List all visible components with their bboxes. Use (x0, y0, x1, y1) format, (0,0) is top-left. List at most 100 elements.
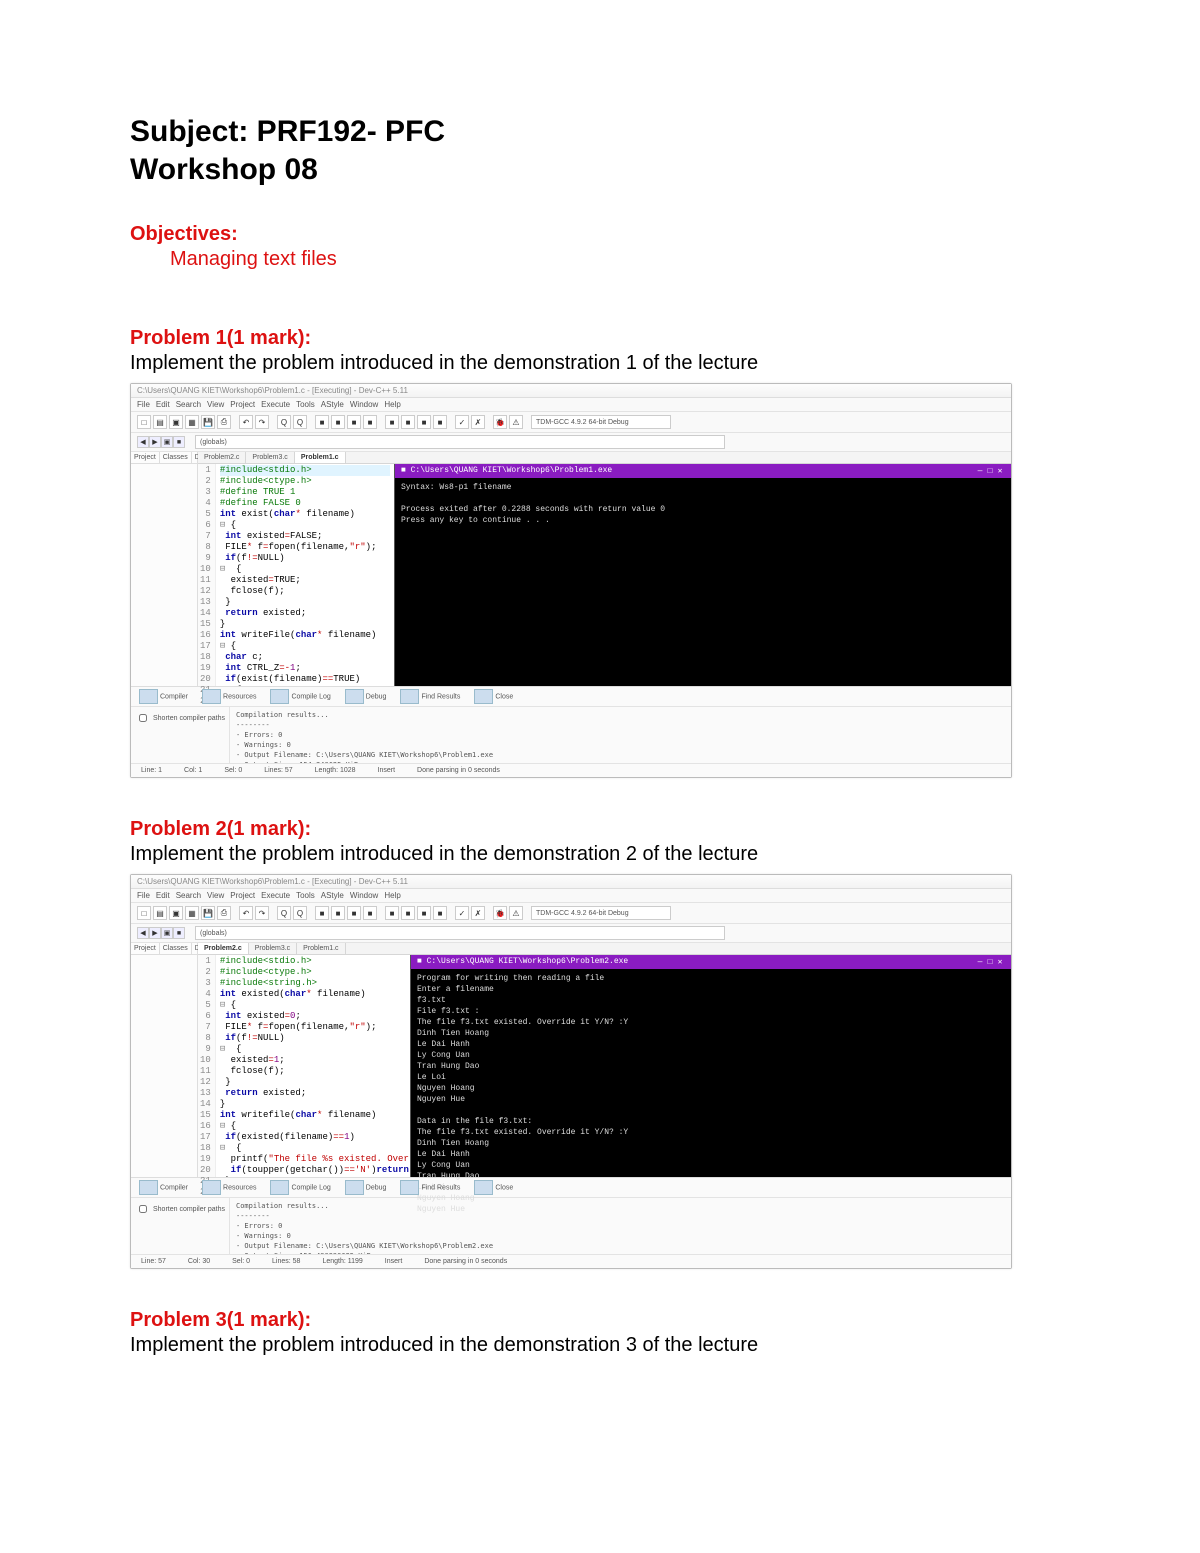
menu-item[interactable]: Tools (296, 400, 315, 409)
menu-item[interactable]: File (137, 891, 150, 900)
toolbar-button[interactable]: ■ (401, 906, 415, 920)
nav-button[interactable]: ▣ (161, 436, 173, 448)
toolbar-button[interactable]: Q (277, 906, 291, 920)
bottom-tab[interactable]: Resources (198, 687, 260, 706)
toolbar-button[interactable]: ↷ (255, 906, 269, 920)
window-button[interactable]: □ (985, 958, 995, 967)
code-editor[interactable]: 12345678910111213141516171819202122#incl… (198, 955, 410, 1177)
bottom-tab[interactable]: Debug (341, 1178, 391, 1197)
toolbar-button[interactable]: ✗ (471, 906, 485, 920)
toolbar-button[interactable]: ✗ (471, 415, 485, 429)
shorten-paths-checkbox[interactable]: Shorten compiler paths (135, 1202, 225, 1216)
toolbar-button[interactable]: ■ (315, 415, 329, 429)
editor-tab[interactable]: Problem3.c (246, 452, 294, 463)
ide-subtoolbar[interactable]: ◀▶▣■ (globals) (131, 433, 1011, 452)
bottom-tab[interactable]: Close (470, 1178, 517, 1197)
menu-item[interactable]: Window (350, 891, 378, 900)
editor-tab[interactable]: Problem1.c (295, 452, 346, 463)
toolbar-button[interactable]: ▣ (169, 906, 183, 920)
ide-menubar[interactable]: FileEditSearchViewProjectExecuteToolsASt… (131, 889, 1011, 903)
toolbar-button[interactable]: ⚠ (509, 906, 523, 920)
ide-toolbar[interactable]: □▤▣▦💾⎙↶↷QQ■■■■■■■■✓✗🐞⚠TDM-GCC 4.9.2 64-b… (131, 412, 1011, 433)
bottom-tab[interactable]: Resources (198, 1178, 260, 1197)
bottom-tab[interactable]: Compile Log (266, 687, 334, 706)
project-panel[interactable]: ProjectClassesDebug (131, 452, 198, 686)
bottom-tabs[interactable]: Compiler Resources Compile Log Debug Find Re… (131, 687, 1011, 707)
toolbar-button[interactable]: ⎙ (217, 906, 231, 920)
toolbar-button[interactable]: ■ (331, 906, 345, 920)
menu-item[interactable]: AStyle (321, 400, 344, 409)
nav-button[interactable]: ▣ (161, 927, 173, 939)
bottom-tab[interactable]: Find Results (396, 1178, 464, 1197)
window-button[interactable]: □ (985, 467, 995, 476)
menu-item[interactable]: Search (176, 891, 201, 900)
toolbar-button[interactable]: ■ (347, 906, 361, 920)
toolbar-button[interactable]: ⎙ (217, 415, 231, 429)
toolbar-button[interactable]: ■ (417, 415, 431, 429)
editor-tab[interactable]: Problem3.c (249, 943, 297, 954)
ide-toolbar[interactable]: □▤▣▦💾⎙↶↷QQ■■■■■■■■✓✗🐞⚠TDM-GCC 4.9.2 64-b… (131, 903, 1011, 924)
menu-item[interactable]: Edit (156, 891, 170, 900)
toolbar-button[interactable]: ■ (363, 906, 377, 920)
editor-tab[interactable]: Problem2.c (198, 943, 249, 954)
menu-item[interactable]: Project (230, 400, 255, 409)
window-button[interactable]: ✕ (995, 957, 1005, 967)
toolbar-button[interactable]: ■ (433, 906, 447, 920)
toolbar-button[interactable]: 💾 (201, 415, 215, 429)
menu-item[interactable]: Execute (261, 891, 290, 900)
toolbar-button[interactable]: ■ (363, 415, 377, 429)
ide-menubar[interactable]: FileEditSearchViewProjectExecuteToolsASt… (131, 398, 1011, 412)
menu-item[interactable]: View (207, 891, 224, 900)
toolbar-button[interactable]: ↷ (255, 415, 269, 429)
toolbar-button[interactable]: ▣ (169, 415, 183, 429)
compiler-combo[interactable]: TDM-GCC 4.9.2 64-bit Debug (531, 906, 671, 920)
toolbar-button[interactable]: ▤ (153, 906, 167, 920)
menu-item[interactable]: Edit (156, 400, 170, 409)
toolbar-button[interactable]: ⚠ (509, 415, 523, 429)
toolbar-button[interactable]: □ (137, 906, 151, 920)
toolbar-button[interactable]: Q (293, 906, 307, 920)
toolbar-button[interactable]: ■ (385, 906, 399, 920)
bottom-tab[interactable]: Compiler (135, 687, 192, 706)
toolbar-button[interactable]: ✓ (455, 415, 469, 429)
toolbar-button[interactable]: 💾 (201, 906, 215, 920)
panel-tab[interactable]: Project (131, 452, 160, 463)
shorten-paths-checkbox[interactable]: Shorten compiler paths (135, 711, 225, 725)
menu-item[interactable]: Search (176, 400, 201, 409)
bottom-tab[interactable]: Compiler (135, 1178, 192, 1197)
nav-button[interactable]: ◀ (137, 927, 149, 939)
menu-item[interactable]: View (207, 400, 224, 409)
scope-combo[interactable]: (globals) (195, 435, 725, 449)
panel-tab[interactable]: Classes (160, 943, 192, 954)
nav-button[interactable]: ▶ (149, 436, 161, 448)
toolbar-button[interactable]: 🐞 (493, 906, 507, 920)
toolbar-button[interactable]: ▦ (185, 415, 199, 429)
ide-subtoolbar[interactable]: ◀▶▣■(globals) (131, 924, 1011, 943)
bottom-tab[interactable]: Find Results (396, 687, 464, 706)
toolbar-button[interactable]: ■ (433, 415, 447, 429)
project-panel[interactable]: ProjectClassesDebug (131, 943, 198, 1177)
nav-button[interactable]: ▶ (149, 927, 161, 939)
editor-tab[interactable]: Problem1.c (297, 943, 345, 954)
nav-button[interactable]: ■ (173, 927, 185, 939)
toolbar-button[interactable]: ↶ (239, 906, 253, 920)
window-button[interactable]: ✕ (995, 466, 1005, 476)
menu-item[interactable]: Tools (296, 891, 315, 900)
toolbar-button[interactable]: ✓ (455, 906, 469, 920)
panel-tab[interactable]: Project (131, 943, 160, 954)
compiler-combo[interactable]: TDM-GCC 4.9.2 64-bit Debug (531, 415, 671, 429)
menu-item[interactable]: AStyle (321, 891, 344, 900)
toolbar-button[interactable]: 🐞 (493, 415, 507, 429)
toolbar-button[interactable]: ■ (401, 415, 415, 429)
menu-item[interactable]: Execute (261, 400, 290, 409)
nav-button[interactable]: ■ (173, 436, 185, 448)
nav-button[interactable]: ◀ (137, 436, 149, 448)
toolbar-button[interactable]: ■ (331, 415, 345, 429)
editor-tab[interactable]: Problem2.c (198, 452, 246, 463)
bottom-tab[interactable]: Compile Log (266, 1178, 334, 1197)
toolbar-button[interactable]: ↶ (239, 415, 253, 429)
toolbar-button[interactable]: ▦ (185, 906, 199, 920)
bottom-tab[interactable]: Close (470, 687, 517, 706)
toolbar-button[interactable]: □ (137, 415, 151, 429)
bottom-tab[interactable]: Debug (341, 687, 391, 706)
